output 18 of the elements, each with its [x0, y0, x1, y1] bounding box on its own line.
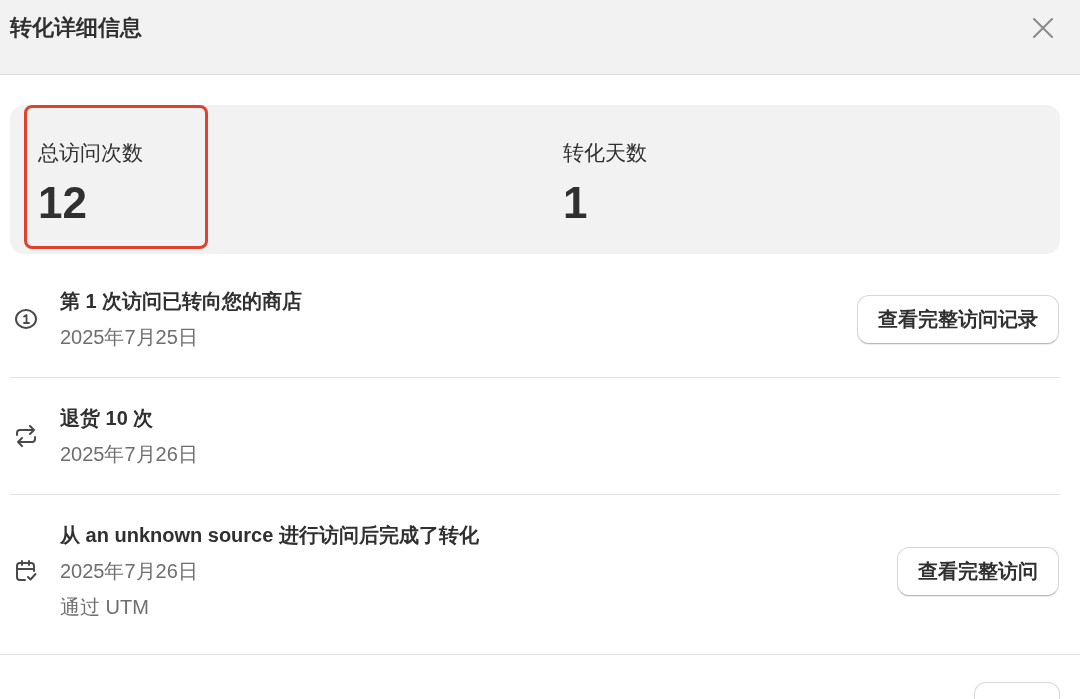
event-note: 通过 UTM	[60, 595, 150, 620]
numbered-circle-icon	[15, 309, 37, 329]
repeat-arrows-icon	[15, 425, 37, 447]
event-date: 2025年7月26日	[60, 442, 199, 467]
event-title: 退货 10 次	[60, 406, 155, 431]
stat-label: 转化天数	[563, 140, 648, 166]
view-visit-button[interactable]: 查看完整访问	[897, 546, 1059, 596]
event-date: 2025年7月25日	[60, 325, 199, 350]
stat-value: 1	[563, 180, 589, 226]
event-title: 第 1 次访问已转向您的商店	[60, 289, 304, 314]
calendar-check-icon	[15, 560, 37, 582]
view-visit-button[interactable]: 查看完整访问记录	[857, 294, 1059, 344]
dialog-title: 转化详细信息	[10, 14, 142, 42]
stat-value: 12	[38, 180, 88, 226]
event-date: 2025年7月26日	[60, 559, 199, 584]
stat-label: 总访问次数	[38, 140, 144, 166]
event-title: 从 an unknown source 进行访问后完成了转化	[60, 523, 480, 548]
close-icon[interactable]	[1033, 18, 1053, 38]
